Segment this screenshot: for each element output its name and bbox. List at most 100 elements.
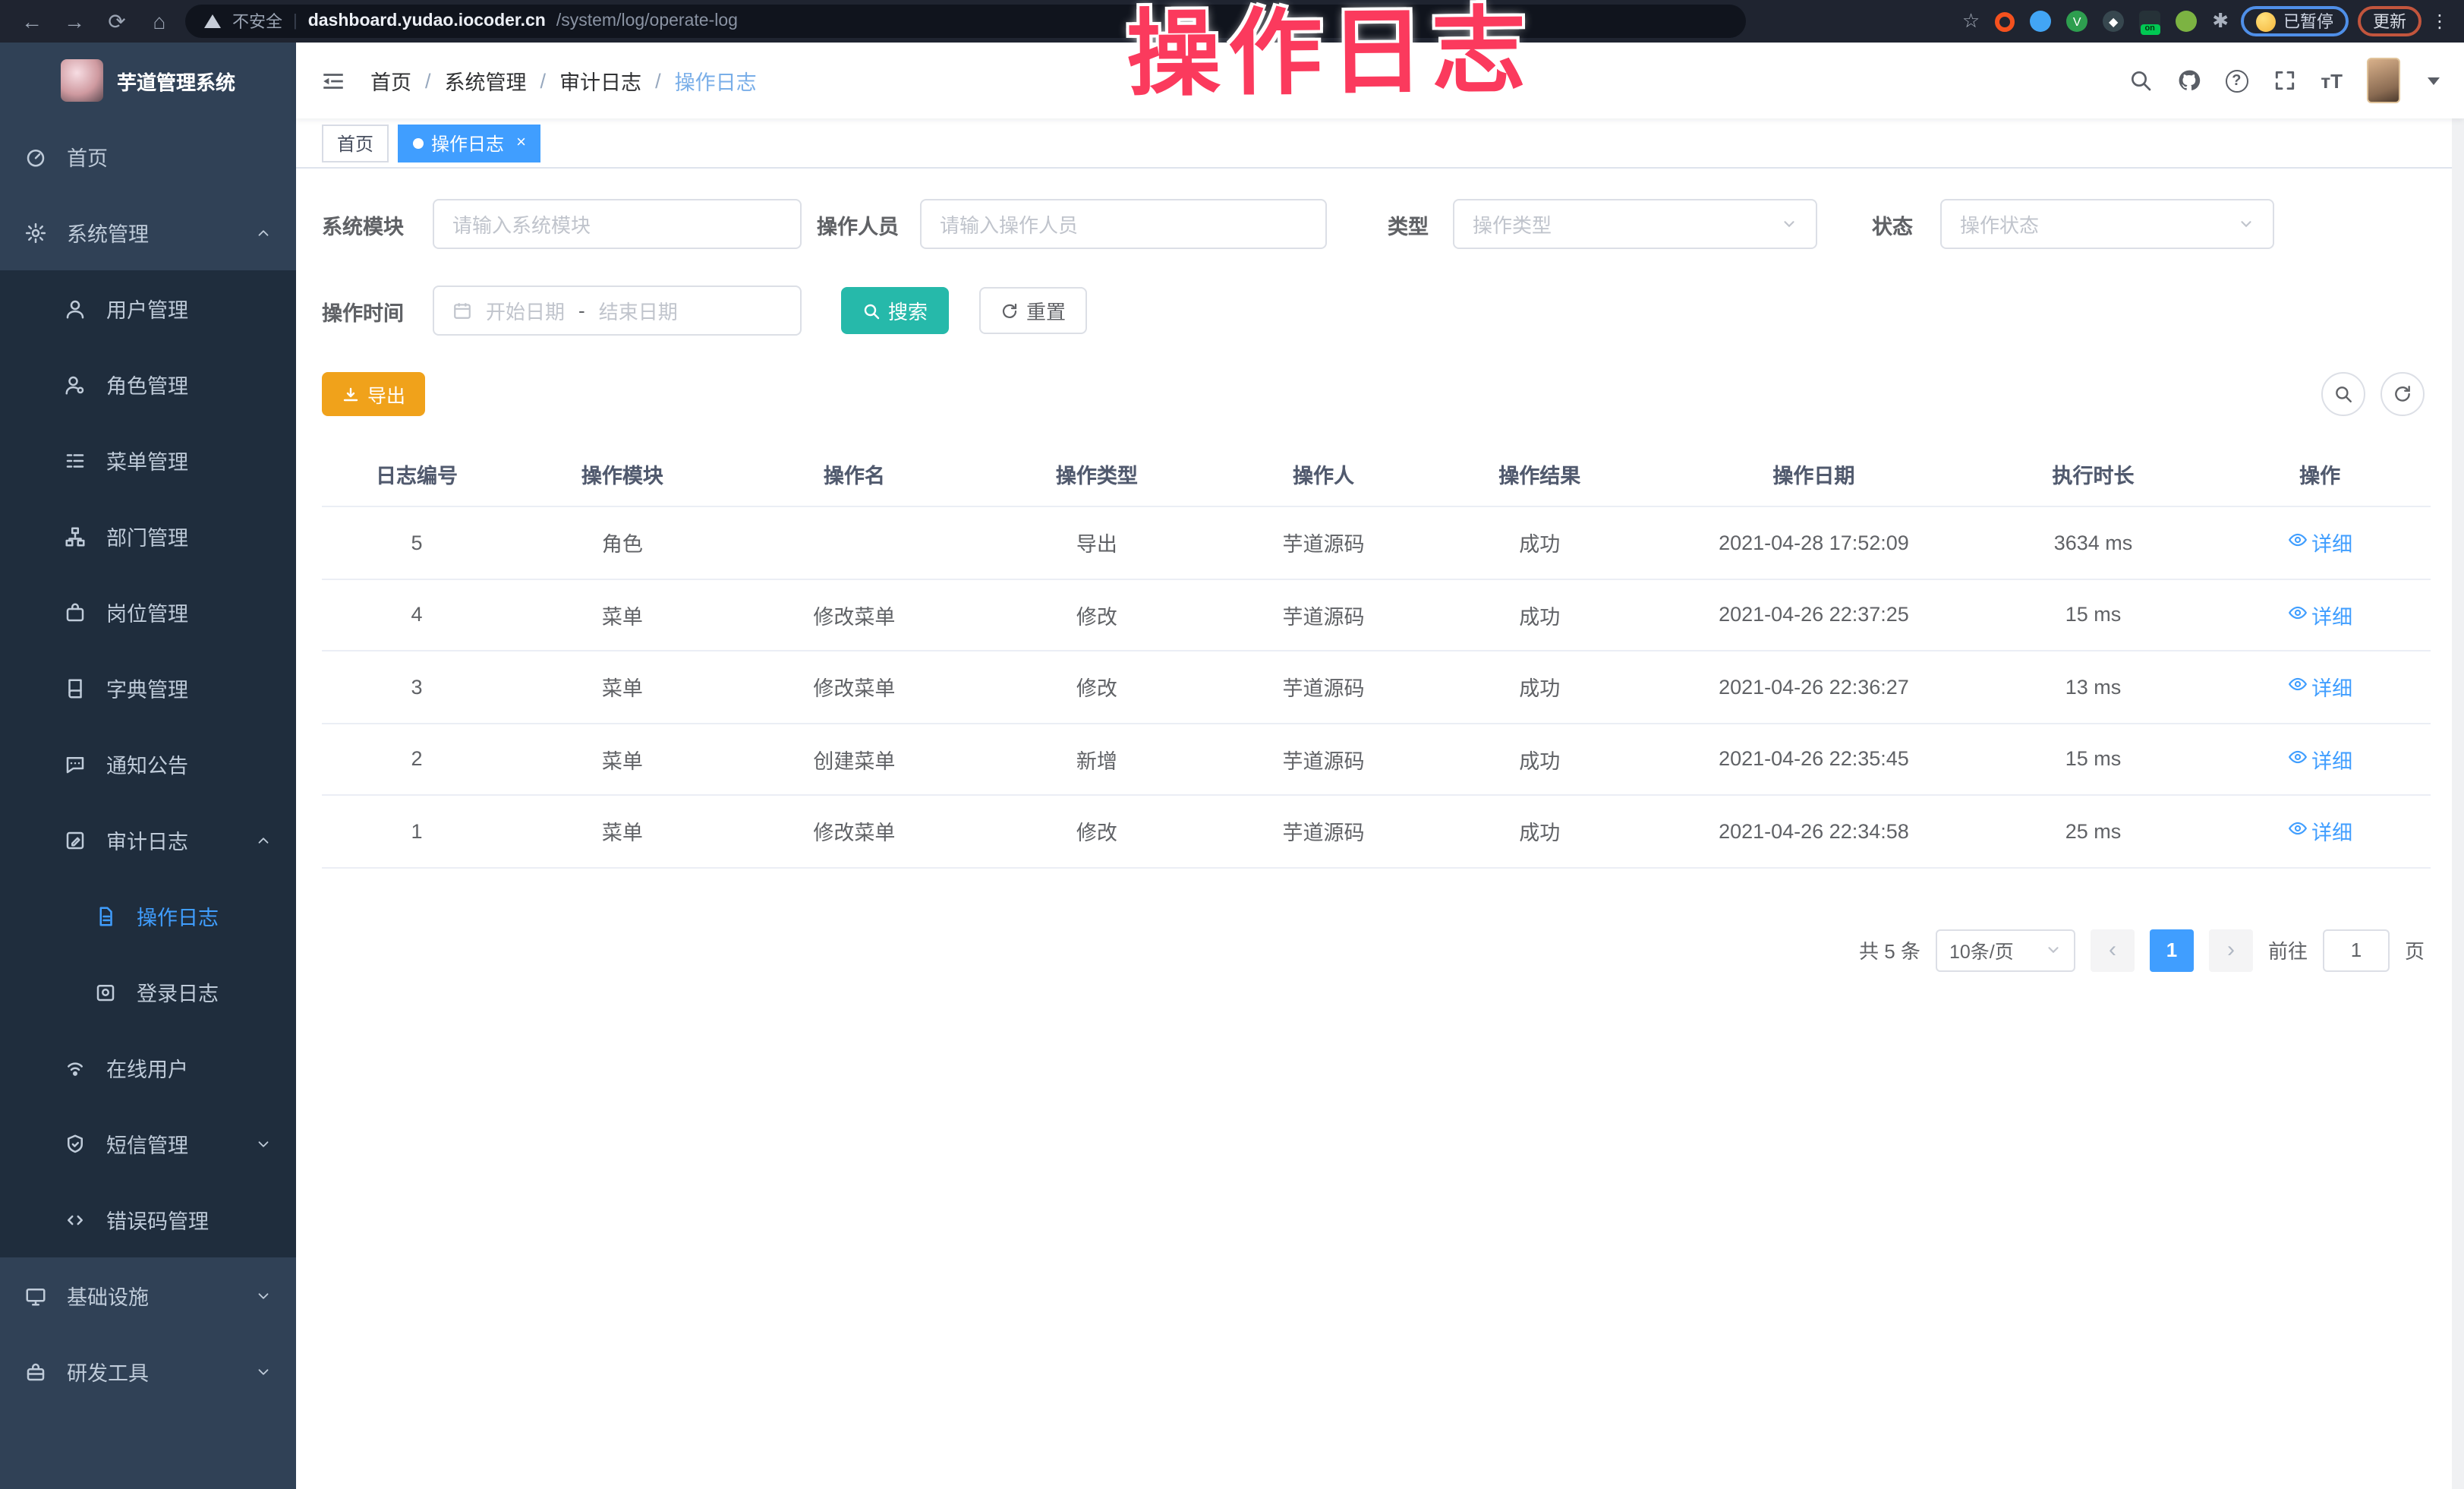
cell-id: 1: [322, 820, 512, 843]
goto-page-input[interactable]: 1: [2323, 929, 2390, 971]
eye-icon: [2287, 747, 2307, 771]
detail-link[interactable]: 详细: [2287, 744, 2352, 774]
sidebar-item-user-mgmt[interactable]: 用户管理: [0, 270, 296, 346]
current-page-button[interactable]: 1: [2150, 929, 2194, 971]
filter-row-1: 系统模块 请输入系统模块 操作人员 请输入操作人员 类型 操作类型 状态: [322, 199, 2431, 249]
sidebar-item-system-mgmt[interactable]: 系统管理: [0, 194, 296, 270]
github-icon[interactable]: [2176, 68, 2201, 93]
cell-operator: 芋道源码: [1218, 600, 1429, 630]
bookmark-star-icon[interactable]: ☆: [1962, 9, 1980, 33]
detail-link-label: 详细: [2311, 744, 2352, 774]
browser-back-icon[interactable]: ←: [15, 5, 49, 38]
sidebar-item-audit-log[interactable]: 审计日志: [0, 802, 296, 878]
search-button-label: 搜索: [888, 296, 928, 325]
search-button[interactable]: 搜索: [841, 287, 949, 334]
detail-link[interactable]: 详细: [2287, 600, 2352, 630]
browser-update-button[interactable]: 更新: [2358, 6, 2421, 36]
page-content: 系统模块 请输入系统模块 操作人员 请输入操作人员 类型 操作类型 状态: [296, 169, 2464, 1489]
sidebar-item-role-mgmt[interactable]: 角色管理: [0, 346, 296, 422]
sidebar-item-login-log[interactable]: 登录日志: [0, 954, 296, 1030]
detail-link[interactable]: 详细: [2287, 528, 2352, 558]
url-path: /system/log/operate-log: [556, 12, 738, 30]
tab-首页[interactable]: 首页: [322, 124, 389, 162]
eye-icon: [2287, 819, 2307, 844]
ext-dark-on-icon[interactable]: on: [2139, 11, 2160, 32]
sidebar-item-infrastructure[interactable]: 基础设施: [0, 1257, 296, 1333]
search-icon[interactable]: [2128, 68, 2152, 93]
browser-forward-icon[interactable]: →: [58, 5, 91, 38]
date-range-picker[interactable]: 开始日期 - 结束日期: [433, 285, 802, 336]
sidebar-item-sms-mgmt[interactable]: 短信管理: [0, 1106, 296, 1181]
cell-module: 菜单: [512, 744, 733, 774]
sidebar-item-operate-log[interactable]: 操作日志: [0, 878, 296, 954]
ext-green-v-icon[interactable]: V: [2066, 11, 2087, 32]
ext-puzzle-icon[interactable]: ✱: [2212, 9, 2229, 33]
breadcrumb-item[interactable]: 系统管理: [445, 65, 527, 96]
chevron-down-icon: [2238, 216, 2254, 232]
sidebar-item-label: 通知公告: [106, 749, 188, 779]
fullscreen-icon[interactable]: [2272, 68, 2296, 93]
sidebar-item-notice[interactable]: 通知公告: [0, 726, 296, 802]
breadcrumb-item[interactable]: 首页: [370, 65, 411, 96]
sidebar-menu: 首页系统管理用户管理角色管理菜单管理部门管理岗位管理字典管理通知公告审计日志操作…: [0, 118, 296, 1409]
login-log-icon: [94, 980, 117, 1003]
detail-link-label: 详细: [2311, 816, 2352, 847]
sidebar-item-home[interactable]: 首页: [0, 118, 296, 194]
detail-link-label: 详细: [2311, 672, 2352, 702]
close-icon[interactable]: ×: [516, 134, 526, 151]
cell-action: 详细: [2209, 528, 2431, 558]
ext-blue-pin-icon[interactable]: [2030, 11, 2051, 32]
breadcrumb-item[interactable]: 审计日志: [559, 65, 641, 96]
font-size-icon[interactable]: тT: [2321, 69, 2343, 92]
sidebar-item-dev-tools[interactable]: 研发工具: [0, 1333, 296, 1409]
profile-paused-chip[interactable]: 已暂停: [2241, 6, 2349, 36]
ext-blue-diamond-icon[interactable]: ◆: [2103, 11, 2124, 32]
export-button[interactable]: 导出: [322, 372, 425, 416]
scrollbar[interactable]: [2452, 43, 2464, 1489]
browser-menu-icon[interactable]: ⋮: [2431, 11, 2449, 32]
sidebar-collapse-icon[interactable]: [320, 68, 346, 93]
app-title: 芋道管理系统: [117, 66, 235, 95]
cell-name: 修改菜单: [733, 600, 975, 630]
start-date-placeholder: 开始日期: [486, 296, 565, 325]
sidebar: 芋道管理系统 首页系统管理用户管理角色管理菜单管理部门管理岗位管理字典管理通知公…: [0, 43, 296, 1489]
show-search-icon[interactable]: [2321, 372, 2365, 416]
ext-orange-ring-icon[interactable]: [1995, 11, 2015, 31]
refresh-table-icon[interactable]: [2381, 372, 2425, 416]
ext-green-person-icon[interactable]: [2176, 11, 2197, 32]
page-size-select[interactable]: 10条/页: [1936, 929, 2075, 971]
user-avatar[interactable]: [2367, 58, 2400, 103]
tab-操作日志[interactable]: 操作日志×: [398, 124, 541, 162]
sidebar-item-menu-mgmt[interactable]: 菜单管理: [0, 422, 296, 498]
table-header-cell: 操作结果: [1429, 458, 1650, 488]
status-select[interactable]: 操作状态: [1940, 199, 2274, 249]
reset-button[interactable]: 重置: [979, 287, 1087, 334]
type-select[interactable]: 操作类型: [1453, 199, 1817, 249]
profile-status-label: 已暂停: [2283, 9, 2333, 33]
app-logo[interactable]: 芋道管理系统: [0, 43, 296, 118]
next-page-button[interactable]: ›: [2209, 929, 2253, 971]
cell-action: 详细: [2209, 672, 2431, 702]
sidebar-item-dict-mgmt[interactable]: 字典管理: [0, 650, 296, 726]
detail-link[interactable]: 详细: [2287, 816, 2352, 847]
sidebar-item-dept-mgmt[interactable]: 部门管理: [0, 498, 296, 574]
chevron-down-icon: [2045, 942, 2062, 958]
security-warning-icon[interactable]: [203, 12, 222, 30]
browser-home-icon[interactable]: ⌂: [143, 5, 176, 38]
cell-date: 2021-04-26 22:35:45: [1650, 748, 1977, 771]
address-divider: |: [293, 12, 298, 30]
browser-refresh-icon[interactable]: ⟳: [100, 5, 134, 38]
sidebar-item-error-code[interactable]: 错误码管理: [0, 1181, 296, 1257]
sidebar-item-post-mgmt[interactable]: 岗位管理: [0, 574, 296, 650]
prev-page-button[interactable]: ‹: [2091, 929, 2135, 971]
caret-down-icon[interactable]: [2428, 77, 2440, 84]
breadcrumb-item: 操作日志: [675, 65, 757, 96]
sidebar-item-online-user[interactable]: 在线用户: [0, 1030, 296, 1106]
active-tab-dot: [413, 137, 424, 148]
detail-link[interactable]: 详细: [2287, 672, 2352, 702]
operator-input[interactable]: 请输入操作人员: [920, 199, 1327, 249]
cell-type: 修改: [975, 672, 1218, 702]
help-icon[interactable]: ?: [2225, 69, 2248, 92]
system-module-input[interactable]: 请输入系统模块: [433, 199, 802, 249]
gear-icon: [24, 221, 47, 244]
